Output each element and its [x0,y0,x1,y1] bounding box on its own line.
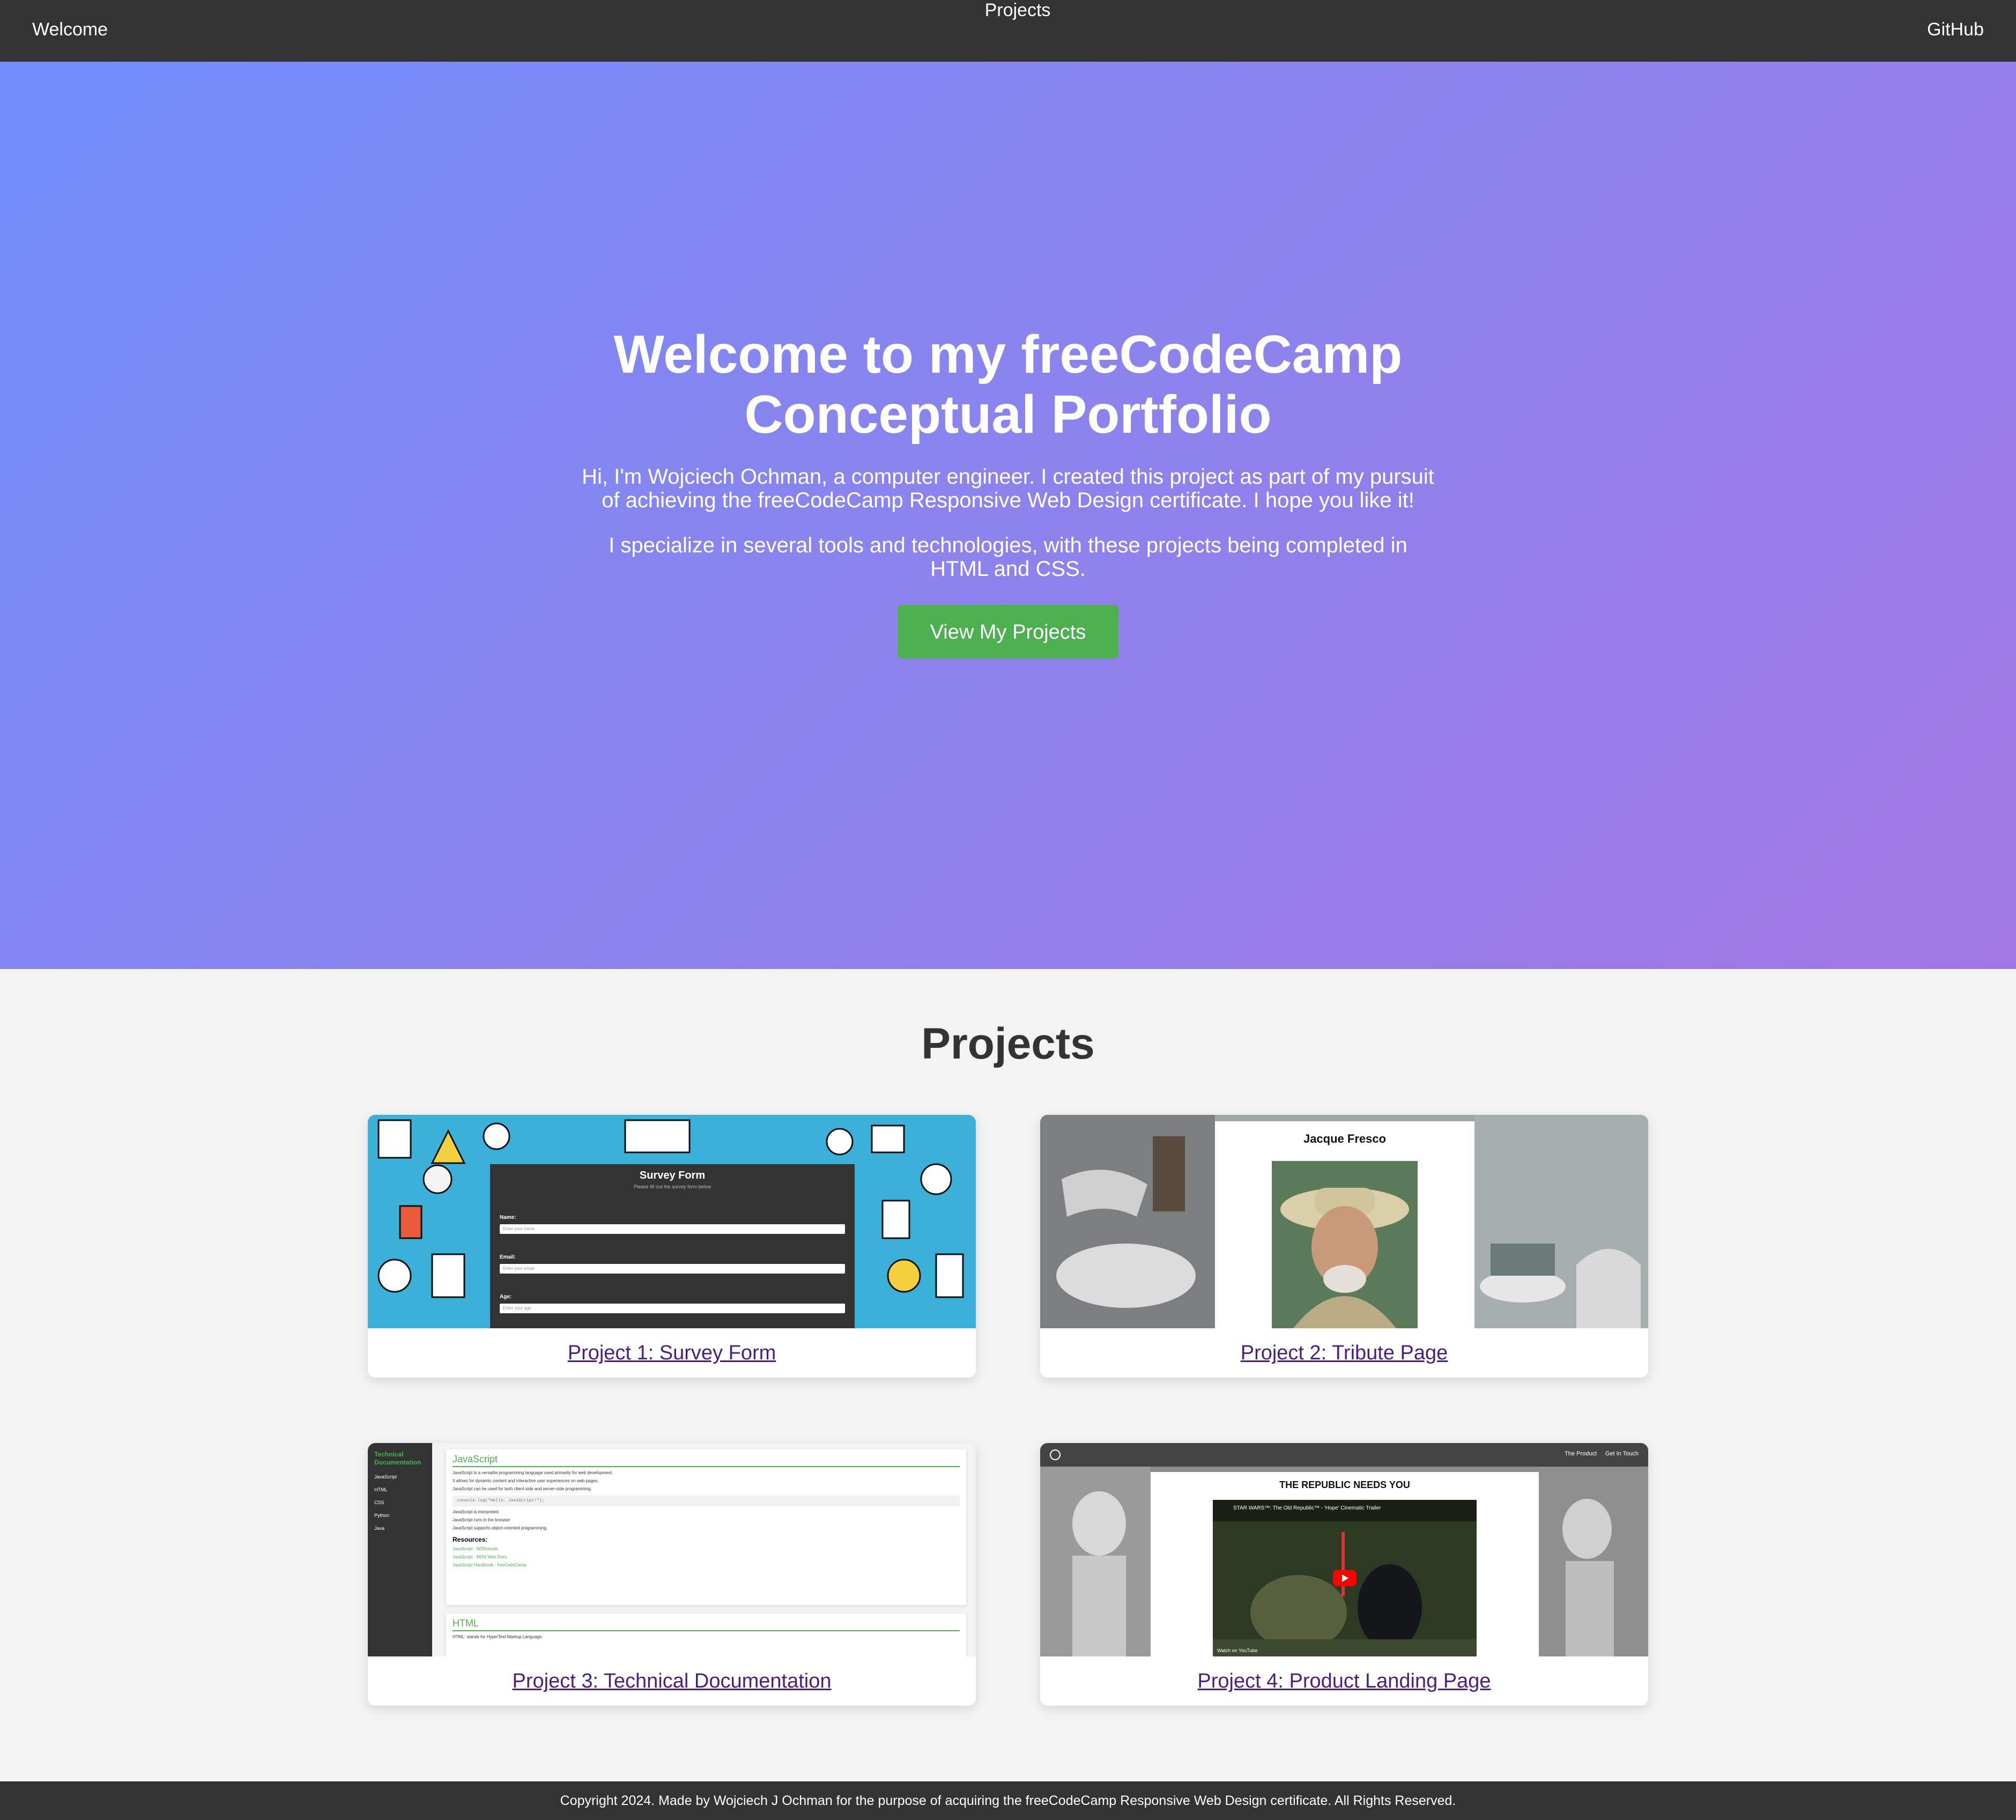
tribute-panel: Jacque Fresco [1215,1121,1474,1328]
doc-nav-item: Java [374,1526,385,1531]
hero-specialize: I specialize in several tools and techno… [609,534,1407,581]
doc-line: JavaScript is a versatile programming la… [453,1470,613,1475]
play-icon [1333,1570,1357,1586]
project-link-survey[interactable]: Project 1: Survey Form [368,1328,976,1378]
project-thumbnail-tribute[interactable]: Jacque Fresco [1040,1115,1648,1328]
field-input: Enter your age [500,1304,845,1313]
video-title: STAR WARS™: The Old Republic™ - 'Hope' C… [1233,1505,1381,1511]
doc-bullet: JavaScript runs in the browser [453,1518,510,1522]
doc-resource-link: JavaScript - MDN Web Docs [453,1555,507,1559]
project-card-tribute[interactable]: Jacque Fresco Project 2: Tribute Page [1040,1115,1648,1378]
project-link-techdoc[interactable]: Project 3: Technical Documentation [368,1656,976,1706]
doc-resource-link: JavaScript - W3Schools [453,1547,498,1551]
tribute-name: Jacque Fresco [1303,1132,1387,1145]
field-label: Age: [500,1294,512,1300]
doc-nav-item: CSS [374,1500,384,1505]
landing-navbar: The Product Get In Touch [1040,1443,1648,1467]
project-link-tribute[interactable]: Project 2: Tribute Page [1040,1328,1648,1378]
landing-nav-link: Get In Touch [1605,1451,1639,1457]
hero-intro: Hi, I'm Wojciech Ochman, a computer engi… [582,465,1434,512]
nav-center: Projects [0,0,2016,21]
doc-sidebar: Technical Documentation JavaScript HTML … [368,1443,432,1656]
nav-projects-link[interactable]: Projects [985,0,1051,20]
view-projects-button[interactable]: View My Projects [898,605,1118,659]
doc-section-js: JavaScript JavaScript is a versatile pro… [446,1449,966,1605]
footer: Copyright 2024. Made by Wojciech J Ochma… [0,1781,2016,1820]
doc-nav-title: Technical Documentation [374,1451,421,1466]
projects-heading: Projects [921,1019,1095,1068]
landing-nav-link: The Product [1565,1451,1597,1457]
doc-nav-item: JavaScript [374,1474,397,1479]
doc-line: It allows for dynamic content and intera… [453,1478,599,1483]
survey-form-preview: Survey Form Please fill out the survey f… [490,1164,855,1328]
survey-form-title: Survey Form [639,1170,706,1181]
nav-github-link[interactable]: GitHub [1927,19,1984,40]
doc-section-heading: JavaScript [453,1454,960,1467]
doc-section-heading: HTML [453,1618,960,1631]
field-label: Email: [500,1254,516,1260]
project-card-survey[interactable]: Survey Form Please fill out the survey f… [368,1115,976,1378]
watch-on-youtube: Watch on YouTube [1217,1648,1258,1653]
doc-bullet: JavaScript is interpreted [453,1510,499,1514]
project-thumbnail-survey[interactable]: Survey Form Please fill out the survey f… [368,1115,976,1328]
doc-bullet: JavaScript supports object-oriented prog… [453,1526,547,1530]
field-label: Name: [500,1215,516,1220]
survey-form-subtitle: Please fill out the survey form below [633,1184,711,1189]
hero-section: Welcome to my freeCodeCamp Conceptual Po… [0,62,2016,969]
hero-title: Welcome to my freeCodeCamp Conceptual Po… [613,324,1403,445]
doc-line: JavaScript can be used for both client-s… [453,1486,592,1491]
project-link-landing[interactable]: Project 4: Product Landing Page [1040,1656,1648,1706]
top-navbar: Welcome Projects GitHub [0,0,2016,62]
logo-icon [1050,1449,1061,1460]
portrait-image [1272,1161,1418,1328]
doc-section-html: HTML HTML: stands for HyperText Markup L… [446,1614,966,1656]
landing-hero: THE REPUBLIC NEEDS YOU STAR WARS™: The O… [1151,1472,1539,1656]
doc-nav-item: Python [374,1513,390,1518]
project-thumbnail-techdoc[interactable]: Technical Documentation JavaScript HTML … [368,1443,976,1656]
project-thumbnail-landing[interactable]: The Product Get In Touch THE REPUBLIC NE… [1040,1443,1648,1656]
field-input: Enter your email [500,1264,845,1274]
field-input: Enter your name [500,1224,845,1234]
doc-line: HTML: stands for HyperText Markup Langua… [453,1634,543,1639]
nav-welcome-link[interactable]: Welcome [32,19,108,40]
project-card-landing[interactable]: The Product Get In Touch THE REPUBLIC NE… [1040,1443,1648,1706]
video-embed: STAR WARS™: The Old Republic™ - 'Hope' C… [1213,1500,1477,1656]
landing-headline: THE REPUBLIC NEEDS YOU [1279,1479,1410,1490]
doc-nav-item: HTML [374,1487,388,1492]
project-card-techdoc[interactable]: Technical Documentation JavaScript HTML … [368,1443,976,1706]
doc-resources-heading: Resources: [453,1536,488,1543]
doc-code-block: console.log("Hello, JavaScript!"); [453,1496,960,1506]
doc-resource-link: JavaScript Handbook - freeCodeCamp [453,1563,527,1567]
